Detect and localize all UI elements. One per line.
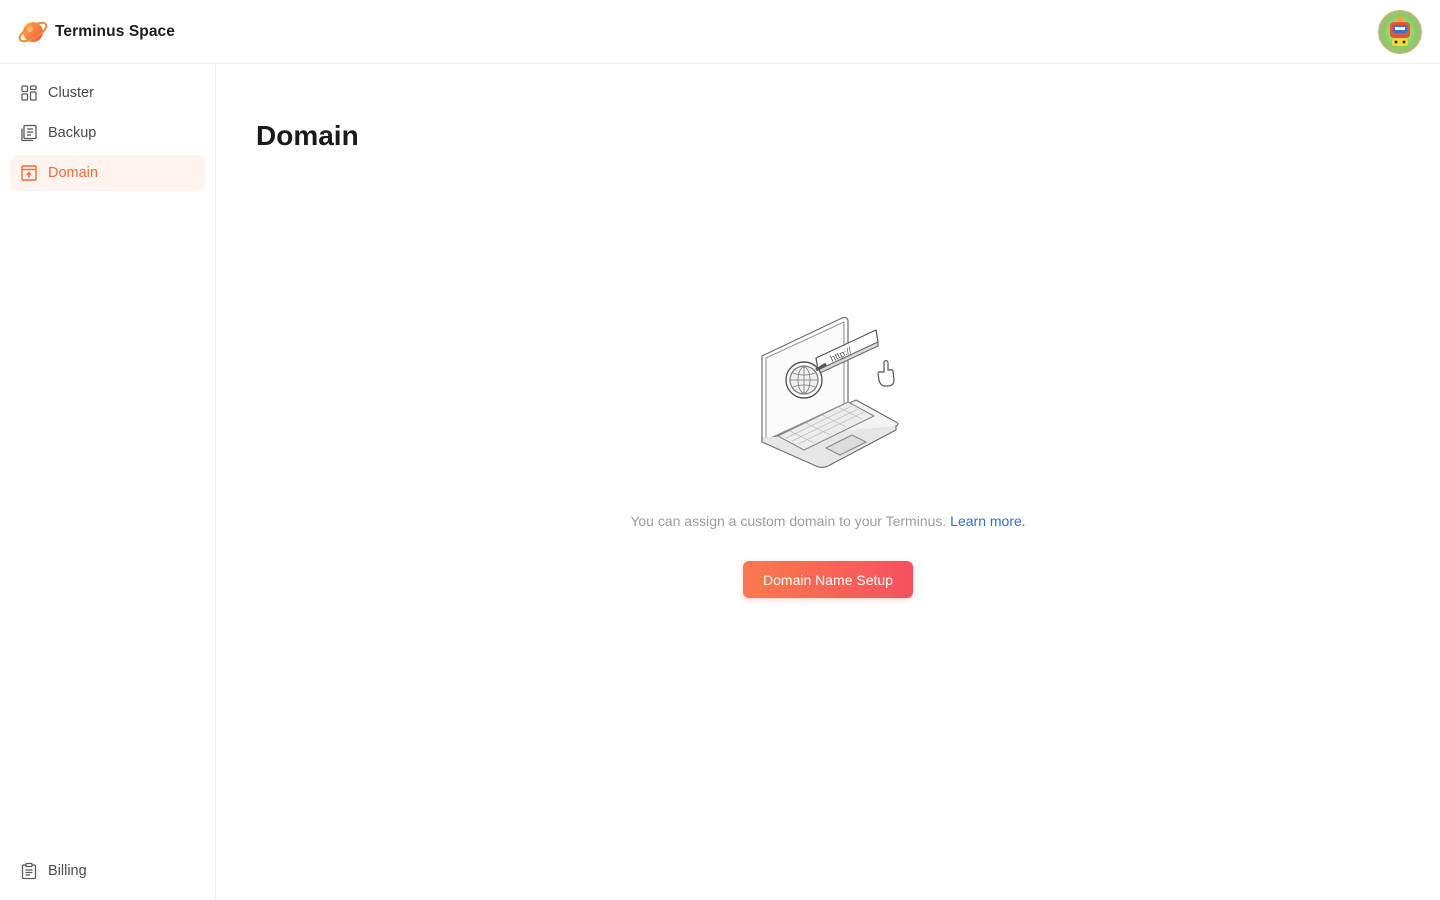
top-bar: Terminus Space	[0, 0, 1440, 64]
user-avatar[interactable]	[1378, 10, 1422, 54]
learn-more-link[interactable]: Learn more.	[950, 513, 1025, 529]
billing-clipboard-icon	[20, 862, 38, 880]
app-name: Terminus Space	[55, 23, 175, 40]
sidebar-item-backup[interactable]: Backup	[10, 115, 205, 151]
terminus-logo-icon	[17, 16, 49, 48]
cluster-grid-icon	[20, 84, 38, 102]
sidebar-item-label: Billing	[48, 863, 87, 879]
sidebar-item-billing[interactable]: Billing	[10, 853, 205, 889]
domain-name-setup-button[interactable]: Domain Name Setup	[743, 561, 913, 598]
page-title: Domain	[256, 120, 359, 151]
sidebar-item-label: Backup	[48, 125, 97, 141]
domain-browser-icon	[20, 164, 38, 182]
description-text: You can assign a custom domain to your T…	[630, 513, 947, 529]
domain-description: You can assign a custom domain to your T…	[216, 513, 1440, 529]
sidebar: Cluster Backup Domain Billing	[0, 64, 216, 900]
sidebar-item-domain[interactable]: Domain	[10, 155, 205, 191]
main-content: Domain http:// You can assign a custom d…	[216, 64, 1440, 900]
sidebar-item-label: Cluster	[48, 85, 94, 101]
backup-stack-icon	[20, 124, 38, 142]
laptop-with-magnifier-http-illustration: http://	[756, 314, 906, 474]
sidebar-item-label: Domain	[48, 165, 98, 181]
brand[interactable]: Terminus Space	[17, 15, 175, 49]
sidebar-item-cluster[interactable]: Cluster	[10, 75, 205, 111]
